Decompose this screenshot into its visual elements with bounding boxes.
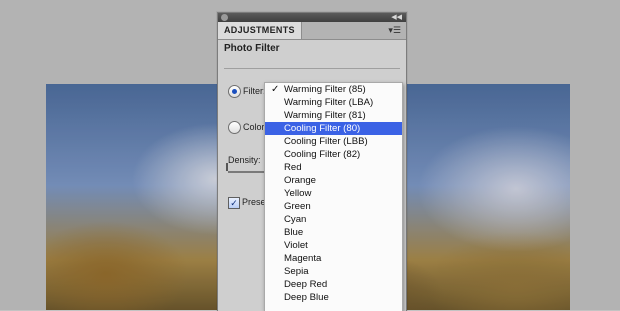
- panel-tabbar: ADJUSTMENTS ▾☰: [218, 22, 406, 40]
- panel-title-strip: ◀◀: [218, 13, 406, 22]
- filter-option-cooling-80[interactable]: Cooling Filter (80): [265, 122, 402, 135]
- filter-radio[interactable]: [228, 85, 241, 98]
- filter-option-blue[interactable]: Blue: [265, 226, 402, 239]
- filter-option-violet[interactable]: Violet: [265, 239, 402, 252]
- filter-option-yellow[interactable]: Yellow: [265, 187, 402, 200]
- density-label: Density:: [228, 155, 261, 165]
- filter-option-cooling-82[interactable]: Cooling Filter (82): [265, 148, 402, 161]
- filter-option-warming-85[interactable]: ✓ Warming Filter (85): [265, 83, 402, 96]
- divider: [224, 68, 400, 69]
- filter-option-cooling-lbb[interactable]: Cooling Filter (LBB): [265, 135, 402, 148]
- filter-option-red[interactable]: Red: [265, 161, 402, 174]
- filter-option-deep-red[interactable]: Deep Red: [265, 278, 402, 291]
- filter-label: Filter:: [243, 86, 266, 96]
- panel-menu-icon[interactable]: ▾☰: [388, 25, 401, 35]
- filter-option-cyan[interactable]: Cyan: [265, 213, 402, 226]
- filter-option-magenta[interactable]: Magenta: [265, 252, 402, 265]
- filter-option-warming-81[interactable]: Warming Filter (81): [265, 109, 402, 122]
- density-slider-handle[interactable]: [226, 163, 228, 171]
- close-icon[interactable]: [221, 14, 228, 21]
- filter-option-green[interactable]: Green: [265, 200, 402, 213]
- filter-option-sepia[interactable]: Sepia: [265, 265, 402, 278]
- filter-option-warming-lba[interactable]: Warming Filter (LBA): [265, 96, 402, 109]
- filter-dropdown-list[interactable]: ✓ Warming Filter (85) Warming Filter (LB…: [264, 82, 403, 311]
- tab-adjustments[interactable]: ADJUSTMENTS: [218, 22, 302, 39]
- filter-option-orange[interactable]: Orange: [265, 174, 402, 187]
- color-radio[interactable]: [228, 121, 241, 134]
- filter-option-deep-blue[interactable]: Deep Blue: [265, 291, 402, 304]
- checkmark-icon: ✓: [271, 84, 280, 95]
- preserve-luminosity-checkbox[interactable]: ✓: [228, 197, 240, 209]
- panel-subtitle: Photo Filter: [224, 43, 280, 54]
- filter-option-label: Warming Filter (85): [284, 84, 366, 95]
- collapse-icon[interactable]: ◀◀: [391, 13, 402, 22]
